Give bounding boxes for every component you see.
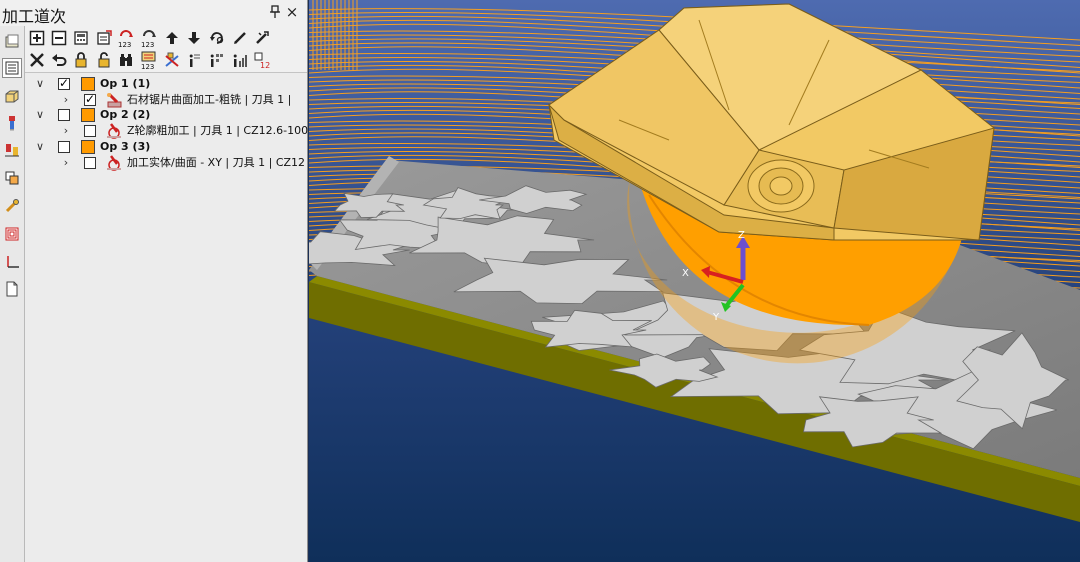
- info-list-icon[interactable]: [207, 50, 227, 70]
- svg-text:123: 123: [141, 63, 154, 70]
- tree-job-row[interactable]: › Z轮廓粗加工 | 刀具 1 | CZ12.6-100: [60, 123, 308, 139]
- panel-title: 加工道次: [2, 7, 67, 26]
- sort-icon[interactable]: 123: [139, 50, 159, 70]
- find-icon[interactable]: [116, 50, 136, 70]
- job-label: Z轮廓粗加工 | 刀具 1 | CZ12.6-100: [127, 124, 309, 137]
- tool-library-icon[interactable]: [2, 196, 22, 216]
- job-checkbox[interactable]: [84, 125, 96, 137]
- undo-icon[interactable]: [49, 50, 69, 70]
- axis-z-label: Z: [738, 230, 745, 241]
- unlock-icon[interactable]: [94, 50, 114, 70]
- info-icon[interactable]: [184, 50, 204, 70]
- chevron-down-icon[interactable]: ∨: [34, 140, 46, 154]
- tree-job-row[interactable]: › ✓ 石材锯片曲面加工-粗铣 | 刀具 1 |: [60, 92, 305, 108]
- job-label: 石材锯片曲面加工-粗铣 | 刀具 1 |: [127, 93, 292, 106]
- chevron-right-icon[interactable]: ›: [60, 156, 72, 170]
- move-up-icon[interactable]: [162, 28, 182, 48]
- 3d-viewport[interactable]: Z X Y: [309, 0, 1080, 562]
- edit-icon[interactable]: [230, 28, 250, 48]
- toolpath-icon[interactable]: [2, 140, 22, 160]
- lock-icon[interactable]: [71, 50, 91, 70]
- op-color-swatch: [81, 108, 95, 122]
- collapse-icon[interactable]: [49, 28, 69, 48]
- tree-op-row[interactable]: ∨ Op 3 (3): [34, 139, 304, 155]
- tree-job-row[interactable]: › 加工实体/曲面 - XY | 刀具 1 | CZ12: [60, 155, 305, 171]
- svg-text:123: 123: [118, 41, 131, 48]
- job-label: 加工实体/曲面 - XY | 刀具 1 | CZ12: [127, 156, 306, 169]
- op-color-swatch: [81, 140, 95, 154]
- expand-icon[interactable]: [27, 28, 47, 48]
- layers-icon[interactable]: [2, 168, 22, 188]
- svg-text:123: 123: [141, 41, 154, 48]
- refresh-icon[interactable]: [207, 28, 227, 48]
- viewport-scene: Z X Y: [309, 0, 1080, 562]
- calculate-icon[interactable]: [71, 28, 91, 48]
- side-toolbar: [0, 26, 25, 562]
- info-stats-icon[interactable]: [230, 50, 250, 70]
- tree-op-row[interactable]: ∨ Op 2 (2): [34, 107, 304, 123]
- check-icon: ✓: [59, 76, 70, 90]
- axis-icon[interactable]: [2, 252, 22, 272]
- chevron-right-icon[interactable]: ›: [60, 93, 72, 107]
- pattern-icon[interactable]: [2, 224, 22, 244]
- op-checkbox[interactable]: [58, 109, 70, 121]
- tool-icon[interactable]: [2, 113, 22, 133]
- simulate-icon[interactable]: 123: [116, 28, 136, 48]
- number-icon[interactable]: 12: [252, 50, 272, 70]
- surface-job-icon: [105, 155, 123, 171]
- chevron-down-icon[interactable]: ∨: [34, 108, 46, 122]
- op-label: Op 2 (2): [100, 108, 151, 121]
- roughing-job-icon: [105, 123, 123, 139]
- move-down-icon[interactable]: [184, 28, 204, 48]
- op-checkbox[interactable]: ✓: [58, 76, 70, 90]
- job-checkbox[interactable]: ✓: [84, 92, 96, 106]
- op-label: Op 3 (3): [100, 140, 151, 153]
- chevron-down-icon[interactable]: ∨: [34, 77, 46, 91]
- close-button[interactable]: ×: [285, 4, 299, 20]
- renumber-icon[interactable]: 123: [139, 28, 159, 48]
- tool-change-icon[interactable]: [162, 50, 182, 70]
- milling-job-icon: [105, 92, 123, 108]
- job-checkbox[interactable]: [84, 157, 96, 169]
- op-color-swatch: [81, 77, 95, 91]
- op-checkbox[interactable]: [58, 141, 70, 153]
- tools-icon[interactable]: [252, 28, 272, 48]
- document-icon[interactable]: [2, 279, 22, 299]
- operations-icon[interactable]: [2, 58, 22, 78]
- delete-icon[interactable]: [27, 50, 47, 70]
- svg-text:12: 12: [260, 61, 270, 69]
- panel-title-bar: 加工道次 ×: [0, 0, 308, 26]
- axis-x-label: X: [682, 268, 689, 279]
- pin-icon[interactable]: [268, 5, 282, 19]
- axis-y-label: Y: [712, 312, 720, 323]
- folder-icon[interactable]: [2, 31, 22, 51]
- stock-icon[interactable]: [2, 86, 22, 106]
- chevron-right-icon[interactable]: ›: [60, 124, 72, 138]
- tree-op-row[interactable]: ∨ ✓ Op 1 (1): [34, 76, 304, 92]
- op-label: Op 1 (1): [100, 77, 151, 90]
- check-icon: ✓: [85, 92, 96, 106]
- regenerate-icon[interactable]: [94, 28, 114, 48]
